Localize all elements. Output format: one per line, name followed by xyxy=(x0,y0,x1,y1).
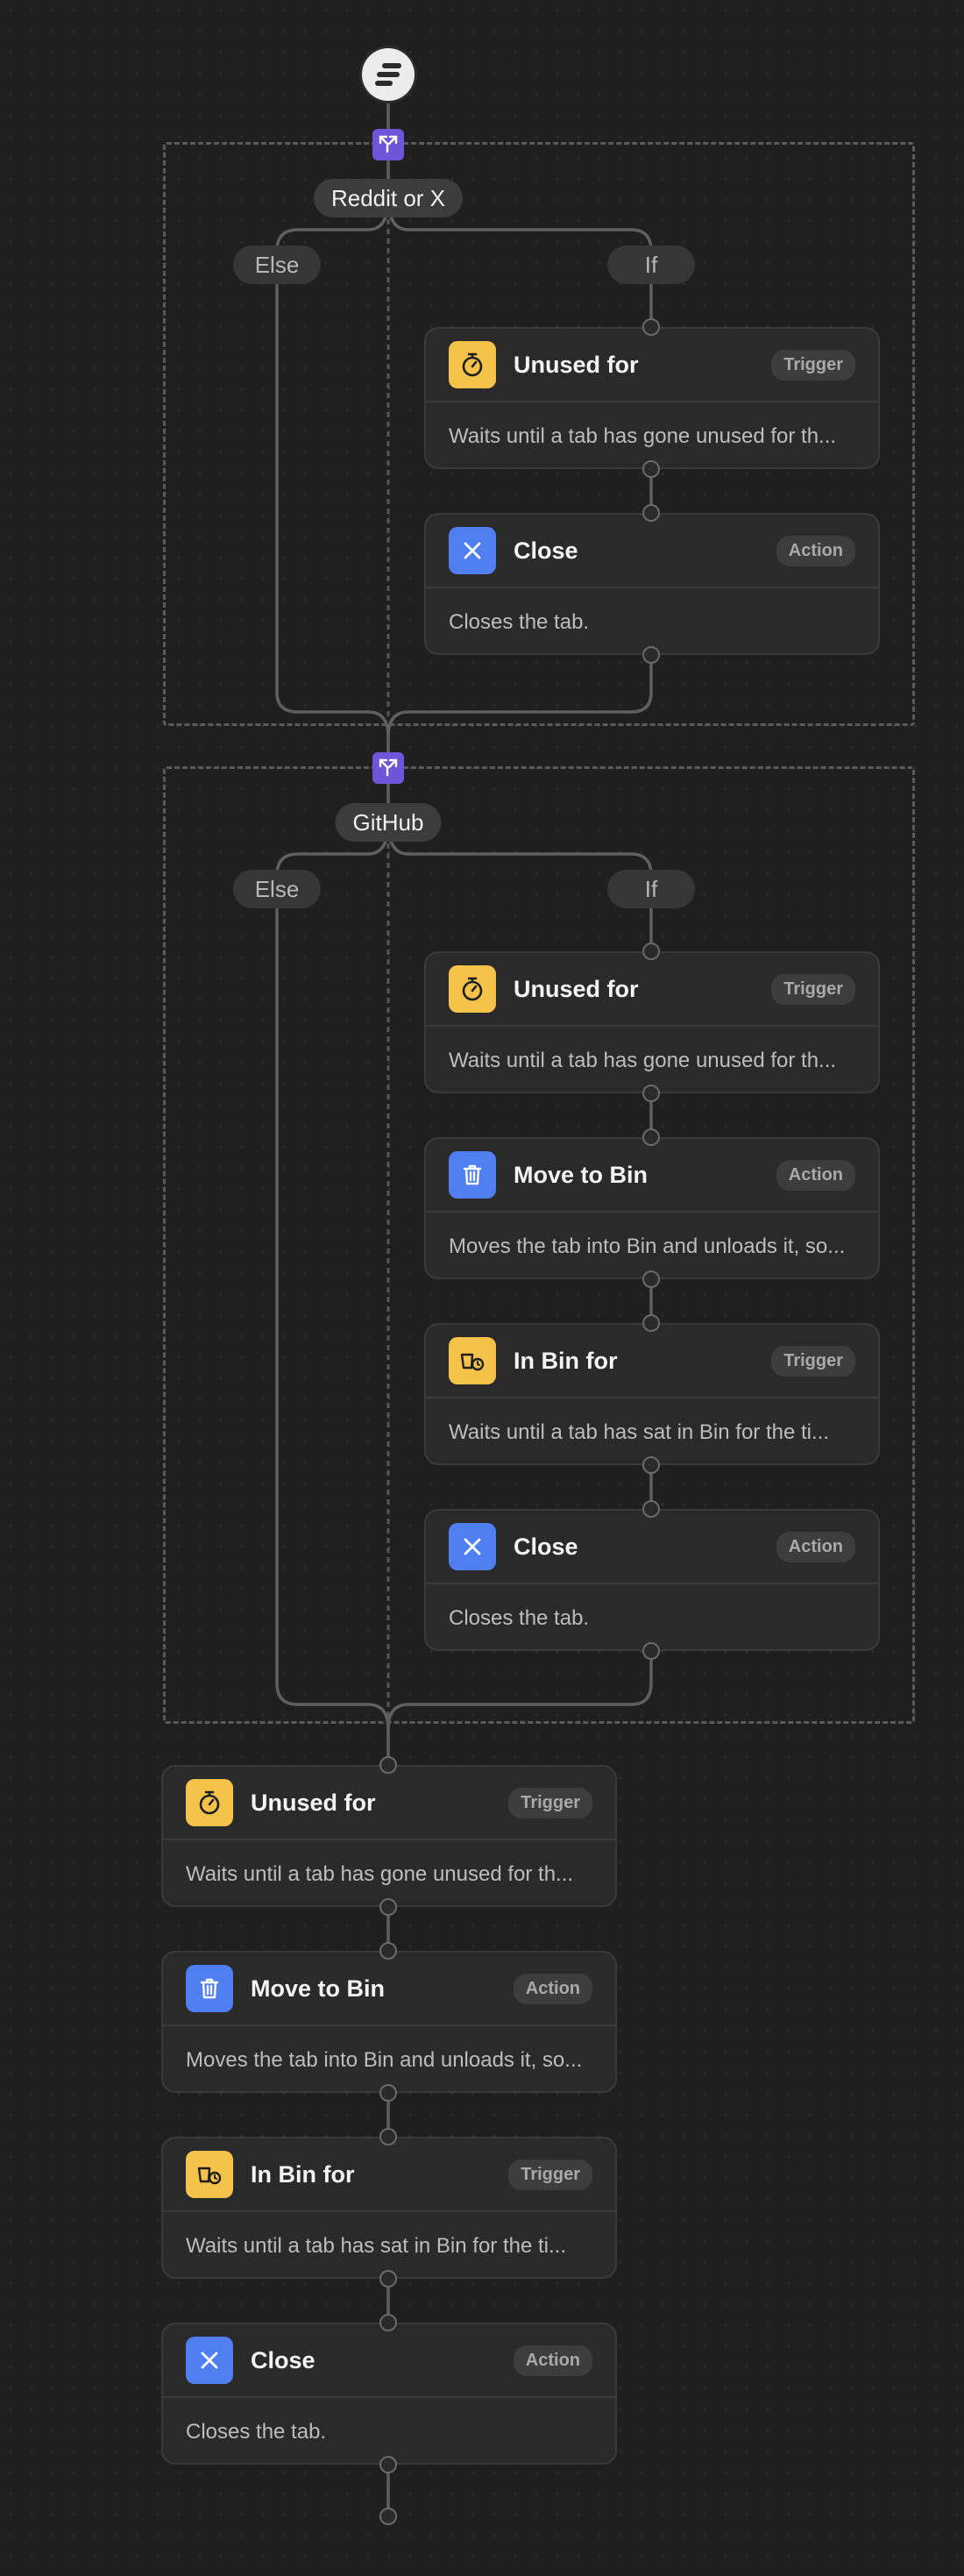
start-icon xyxy=(375,63,401,86)
step-title: Unused for xyxy=(514,351,639,378)
step-type-badge: Trigger xyxy=(508,1787,592,1818)
step-description: Moves the tab into Bin and unloads it, s… xyxy=(186,2048,583,2072)
step-card[interactable]: Close Action Closes the tab. xyxy=(424,513,880,655)
condition-label[interactable]: GitHub xyxy=(335,803,442,842)
condition-label[interactable]: Reddit or X xyxy=(313,179,464,217)
step-description: Waits until a tab has sat in Bin for the… xyxy=(449,1420,829,1444)
step-card-header: Unused for Trigger xyxy=(426,953,878,1027)
step-card-header: Unused for Trigger xyxy=(163,1767,615,1840)
step-title: In Bin for xyxy=(514,1347,618,1374)
step-title: Unused for xyxy=(514,975,639,1002)
step-card[interactable]: Unused for Trigger Waits until a tab has… xyxy=(161,1765,617,1907)
step-card[interactable]: Close Action Closes the tab. xyxy=(424,1509,880,1651)
step-type-badge: Trigger xyxy=(771,1345,855,1377)
connection-port[interactable] xyxy=(379,2508,397,2525)
trash-icon xyxy=(186,1965,233,2012)
step-type-badge: Action xyxy=(513,2345,592,2376)
connection-port[interactable] xyxy=(379,2128,397,2145)
step-type-badge: Trigger xyxy=(771,973,855,1005)
step-card[interactable]: Unused for Trigger Waits until a tab has… xyxy=(424,327,880,469)
step-description: Waits until a tab has gone unused for th… xyxy=(186,1862,574,1886)
connection-port[interactable] xyxy=(379,1756,397,1774)
step-card-header: Move to Bin Action xyxy=(163,1953,615,2026)
stopwatch-icon xyxy=(186,1779,233,1826)
step-card[interactable]: In Bin for Trigger Waits until a tab has… xyxy=(424,1323,880,1465)
step-description: Moves the tab into Bin and unloads it, s… xyxy=(449,1235,846,1258)
connection-port[interactable] xyxy=(642,943,660,960)
if-label: If xyxy=(607,246,695,284)
connection-port[interactable] xyxy=(642,1128,660,1146)
step-type-badge: Action xyxy=(776,1531,855,1562)
step-title: Move to Bin xyxy=(251,1975,385,2002)
step-type-badge: Action xyxy=(513,1973,592,2004)
step-description: Waits until a tab has gone unused for th… xyxy=(449,424,837,448)
step-card-header: Close Action xyxy=(426,1511,878,1584)
step-card-header: Close Action xyxy=(163,2324,615,2398)
step-description: Waits until a tab has gone unused for th… xyxy=(449,1049,837,1072)
trash-icon xyxy=(449,1151,496,1199)
step-type-badge: Trigger xyxy=(771,349,855,381)
else-label: Else xyxy=(233,870,321,908)
connection-port[interactable] xyxy=(642,646,660,664)
branch-icon[interactable] xyxy=(372,129,404,160)
step-card-header: Close Action xyxy=(426,515,878,588)
connection-port[interactable] xyxy=(379,1898,397,1916)
step-title: In Bin for xyxy=(251,2160,355,2188)
step-card[interactable]: In Bin for Trigger Waits until a tab has… xyxy=(161,2137,617,2279)
connection-port[interactable] xyxy=(379,2314,397,2331)
step-card[interactable]: Move to Bin Action Moves the tab into Bi… xyxy=(424,1137,880,1279)
bin-timer-icon xyxy=(449,1337,496,1384)
connection-port[interactable] xyxy=(642,1085,660,1102)
step-title: Close xyxy=(514,537,578,564)
step-type-badge: Action xyxy=(776,1159,855,1191)
step-title: Close xyxy=(251,2346,315,2373)
stopwatch-icon xyxy=(449,341,496,388)
step-description: Waits until a tab has sat in Bin for the… xyxy=(186,2234,566,2258)
connection-port[interactable] xyxy=(379,2270,397,2288)
branch-icon[interactable] xyxy=(372,752,404,784)
connection-port[interactable] xyxy=(642,1314,660,1332)
close-x-icon xyxy=(449,1523,496,1570)
close-x-icon xyxy=(449,527,496,574)
split-icon xyxy=(379,758,398,777)
step-card-header: In Bin for Trigger xyxy=(163,2138,615,2212)
connection-port[interactable] xyxy=(379,1942,397,1960)
close-x-icon xyxy=(186,2337,233,2384)
connection-port[interactable] xyxy=(642,1270,660,1288)
step-type-badge: Action xyxy=(776,535,855,566)
else-label: Else xyxy=(233,246,321,284)
workflow-canvas[interactable]: Reddit or X Else If GitHub Else If Unuse… xyxy=(0,0,964,2576)
split-icon xyxy=(379,135,398,153)
connection-port[interactable] xyxy=(642,460,660,478)
step-description: Closes the tab. xyxy=(449,1606,590,1630)
bin-timer-icon xyxy=(186,2151,233,2198)
stopwatch-icon xyxy=(449,965,496,1013)
step-title: Close xyxy=(514,1533,578,1560)
connection-port[interactable] xyxy=(642,1500,660,1518)
if-label: If xyxy=(607,870,695,908)
step-card[interactable]: Move to Bin Action Moves the tab into Bi… xyxy=(161,1951,617,2093)
step-card-header: Unused for Trigger xyxy=(426,329,878,402)
connection-port[interactable] xyxy=(379,2456,397,2473)
step-card[interactable]: Close Action Closes the tab. xyxy=(161,2323,617,2465)
step-title: Move to Bin xyxy=(514,1161,648,1188)
connection-port[interactable] xyxy=(642,504,660,522)
connection-port[interactable] xyxy=(379,2084,397,2102)
connection-port[interactable] xyxy=(642,1456,660,1474)
step-card-header: In Bin for Trigger xyxy=(426,1325,878,1398)
connection-port[interactable] xyxy=(642,1642,660,1660)
step-card-header: Move to Bin Action xyxy=(426,1139,878,1213)
connection-port[interactable] xyxy=(642,318,660,336)
step-card[interactable]: Unused for Trigger Waits until a tab has… xyxy=(424,951,880,1093)
step-description: Closes the tab. xyxy=(449,610,590,634)
step-title: Unused for xyxy=(251,1789,376,1816)
step-description: Closes the tab. xyxy=(186,2420,327,2444)
start-node[interactable] xyxy=(362,48,415,101)
step-type-badge: Trigger xyxy=(508,2159,592,2190)
